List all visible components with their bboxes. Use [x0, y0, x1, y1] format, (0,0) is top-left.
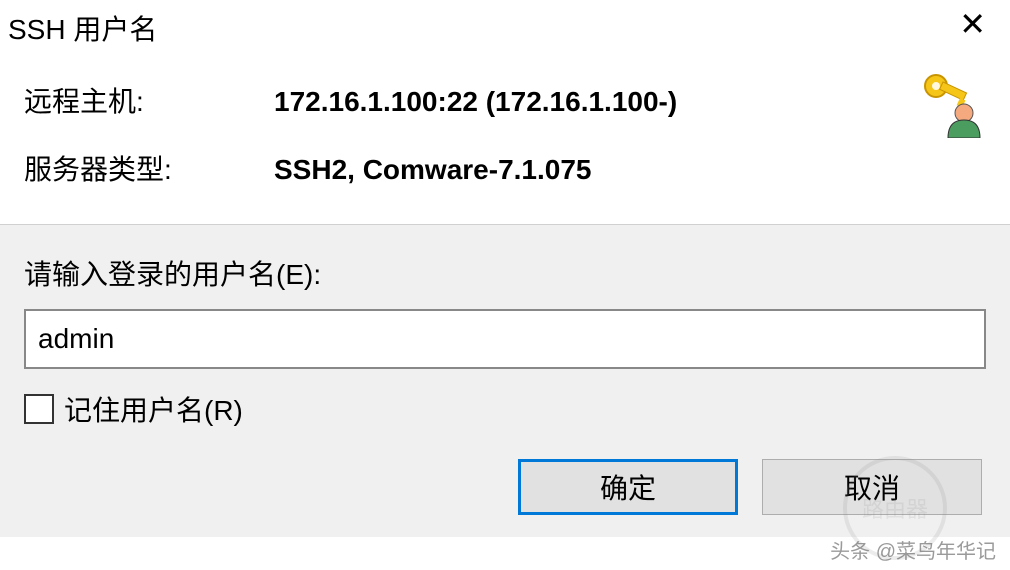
remember-label: 记住用户名(R) [64, 389, 243, 429]
remote-host-label: 远程主机: [24, 80, 274, 120]
title-bar: SSH 用户名 ✕ [0, 0, 1010, 50]
watermark-right: @菜鸟年华记 [876, 541, 996, 563]
dialog-title: SSH 用户名 [8, 8, 157, 48]
server-type-value: SSH2, Comware-7.1.075 [274, 154, 592, 186]
watermark-text: 头条 @菜鸟年华记 [830, 535, 996, 564]
username-prompt: 请输入登录的用户名(E): [24, 253, 986, 293]
username-input[interactable] [24, 309, 986, 369]
input-section: 请输入登录的用户名(E): 记住用户名(R) 确定 取消 [0, 225, 1010, 537]
remote-host-value: 172.16.1.100:22 (172.16.1.100-) [274, 86, 677, 118]
server-type-row: 服务器类型: SSH2, Comware-7.1.075 [24, 148, 986, 188]
cancel-button[interactable]: 取消 [762, 459, 982, 515]
ok-button[interactable]: 确定 [518, 459, 738, 515]
remote-host-row: 远程主机: 172.16.1.100:22 (172.16.1.100-) [24, 80, 986, 120]
info-section: 远程主机: 172.16.1.100:22 (172.16.1.100-) 服务… [0, 50, 1010, 224]
remember-checkbox[interactable] [24, 394, 54, 424]
server-type-label: 服务器类型: [24, 148, 274, 188]
remember-row: 记住用户名(R) [24, 389, 986, 429]
key-user-icon [916, 68, 986, 145]
close-icon[interactable]: ✕ [953, 8, 992, 40]
watermark-left: 头条 [830, 541, 870, 563]
button-row: 确定 取消 [24, 459, 986, 515]
